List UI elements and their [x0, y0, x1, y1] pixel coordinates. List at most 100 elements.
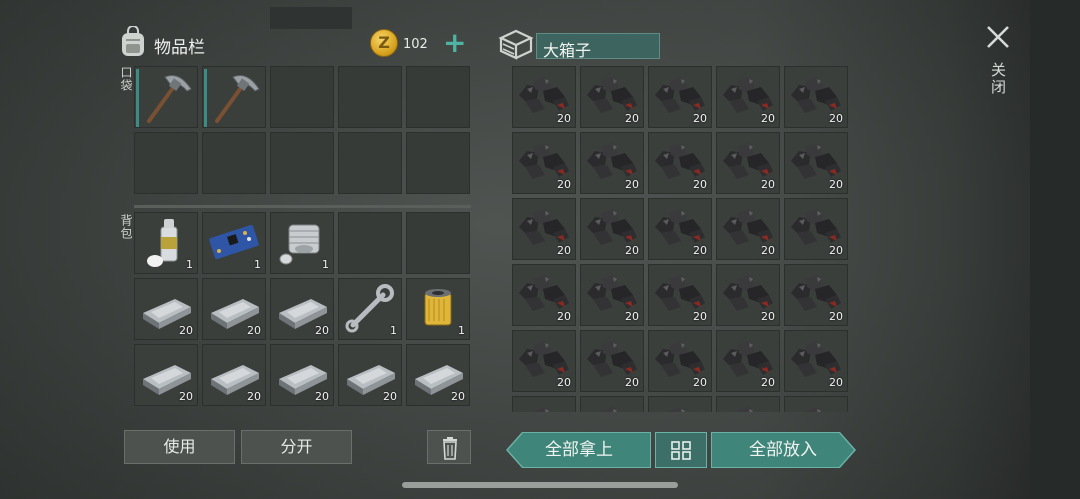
container-slot[interactable]: 20 — [512, 330, 576, 392]
backpack-slot[interactable]: 20 — [202, 278, 266, 340]
backpack-slot[interactable] — [406, 212, 470, 274]
pocket-slot[interactable] — [134, 132, 198, 194]
right-edge-strip — [1030, 0, 1080, 499]
trash-button[interactable] — [427, 430, 471, 464]
pocket-slot[interactable] — [338, 66, 402, 128]
container-slot[interactable]: 20 — [784, 66, 848, 128]
backpack-slot[interactable]: 20 — [134, 344, 198, 406]
container-slot[interactable]: 20 — [716, 66, 780, 128]
item-quantity: 20 — [625, 244, 639, 257]
item-quantity: 20 — [829, 112, 843, 125]
take-all-button[interactable]: 全部拿上 — [508, 433, 650, 467]
item-quantity: 20 — [625, 376, 639, 389]
pocket-slot[interactable] — [270, 66, 334, 128]
container-slot[interactable]: 20 — [784, 198, 848, 260]
pocket-slot[interactable] — [406, 132, 470, 194]
item-quantity: 20 — [557, 244, 571, 257]
item-quantity: 20 — [693, 376, 707, 389]
pocket-label: 口袋 — [119, 66, 133, 92]
backpack-slot[interactable]: 20 — [338, 344, 402, 406]
pocket-slot[interactable] — [338, 132, 402, 194]
container-slot[interactable]: 20 — [648, 132, 712, 194]
coal-icon — [785, 397, 847, 412]
container-slot[interactable]: 20 — [580, 66, 644, 128]
container-slot[interactable]: 20 — [784, 264, 848, 326]
container-slot[interactable]: 20 — [580, 132, 644, 194]
container-slot[interactable]: 20 — [648, 198, 712, 260]
backpack-slot[interactable]: 20 — [406, 344, 470, 406]
item-quantity: 20 — [829, 178, 843, 191]
container-grid: 20 20 20 20 20 20 20 20 20 20 20 20 20 20 20 20 20 20 20 20… — [512, 66, 848, 412]
close-icon[interactable] — [985, 24, 1011, 50]
use-button[interactable]: 使用 — [124, 430, 235, 464]
sort-button[interactable] — [655, 432, 707, 468]
backpack-slot[interactable]: 1 — [406, 278, 470, 340]
container-slot[interactable]: 20 — [512, 66, 576, 128]
item-quantity: 20 — [829, 310, 843, 323]
backpack-slot[interactable]: 1 — [270, 212, 334, 274]
pocket-slot[interactable] — [202, 132, 266, 194]
container-slot[interactable]: 20 — [580, 264, 644, 326]
item-quantity: 20 — [761, 112, 775, 125]
item-quantity: 20 — [451, 390, 465, 403]
container-slot[interactable]: 20 — [648, 396, 712, 412]
item-quantity: 1 — [458, 324, 465, 337]
coal-icon — [649, 397, 711, 412]
backpack-slot[interactable]: 20 — [270, 278, 334, 340]
item-quantity: 20 — [315, 390, 329, 403]
backpack-slot[interactable]: 20 — [270, 344, 334, 406]
item-quantity: 20 — [247, 390, 261, 403]
pocket-grid — [134, 66, 470, 194]
pocket-slot[interactable] — [134, 66, 198, 128]
container-slot[interactable]: 20 — [716, 396, 780, 412]
pickaxe-icon — [203, 67, 265, 131]
item-quantity: 20 — [383, 390, 397, 403]
item-quantity: 20 — [829, 244, 843, 257]
container-slot[interactable]: 20 — [716, 198, 780, 260]
container-slot[interactable]: 20 — [648, 264, 712, 326]
container-grid-viewport[interactable]: 20 20 20 20 20 20 20 20 20 20 20 20 20 20 20 20 20 20 20 20… — [512, 66, 849, 412]
coin-counter-bg — [270, 7, 352, 29]
item-quantity: 20 — [557, 112, 571, 125]
backpack-icon — [122, 26, 144, 56]
container-slot[interactable]: 20 — [648, 330, 712, 392]
container-slot[interactable]: 20 — [580, 330, 644, 392]
item-quantity: 20 — [557, 310, 571, 323]
section-divider — [134, 205, 471, 208]
container-slot[interactable]: 20 — [784, 132, 848, 194]
item-quantity: 20 — [179, 390, 193, 403]
item-quantity: 20 — [693, 178, 707, 191]
container-slot[interactable]: 20 — [512, 198, 576, 260]
container-slot[interactable]: 20 — [512, 132, 576, 194]
pocket-slot[interactable] — [202, 66, 266, 128]
container-slot[interactable]: 20 — [512, 396, 576, 412]
split-button[interactable]: 分开 — [241, 430, 352, 464]
home-indicator[interactable] — [402, 482, 678, 488]
container-slot[interactable]: 20 — [580, 396, 644, 412]
container-slot[interactable]: 20 — [512, 264, 576, 326]
crate-icon — [498, 29, 534, 60]
container-slot[interactable]: 20 — [648, 66, 712, 128]
backpack-slot[interactable]: 1 — [338, 278, 402, 340]
backpack-slot[interactable]: 1 — [134, 212, 198, 274]
backpack-grid: 1 1 1 20 20 20 1 1 20 20 20 20 20 — [134, 212, 470, 406]
container-slot[interactable]: 20 — [716, 264, 780, 326]
item-quantity: 20 — [693, 310, 707, 323]
backpack-slot[interactable]: 20 — [134, 278, 198, 340]
item-quantity: 20 — [761, 178, 775, 191]
add-coins-button[interactable]: + — [443, 29, 466, 57]
container-slot[interactable]: 20 — [784, 396, 848, 412]
item-quantity: 1 — [390, 324, 397, 337]
backpack-slot[interactable]: 20 — [202, 344, 266, 406]
pocket-slot[interactable] — [270, 132, 334, 194]
backpack-label: 背包 — [119, 214, 133, 240]
backpack-slot[interactable]: 1 — [202, 212, 266, 274]
container-slot[interactable]: 20 — [580, 198, 644, 260]
container-slot[interactable]: 20 — [716, 330, 780, 392]
pocket-slot[interactable] — [406, 66, 470, 128]
close-label[interactable]: 关闭 — [988, 62, 1009, 96]
container-slot[interactable]: 20 — [784, 330, 848, 392]
backpack-slot[interactable] — [338, 212, 402, 274]
put-all-button[interactable]: 全部放入 — [712, 433, 854, 467]
container-slot[interactable]: 20 — [716, 132, 780, 194]
